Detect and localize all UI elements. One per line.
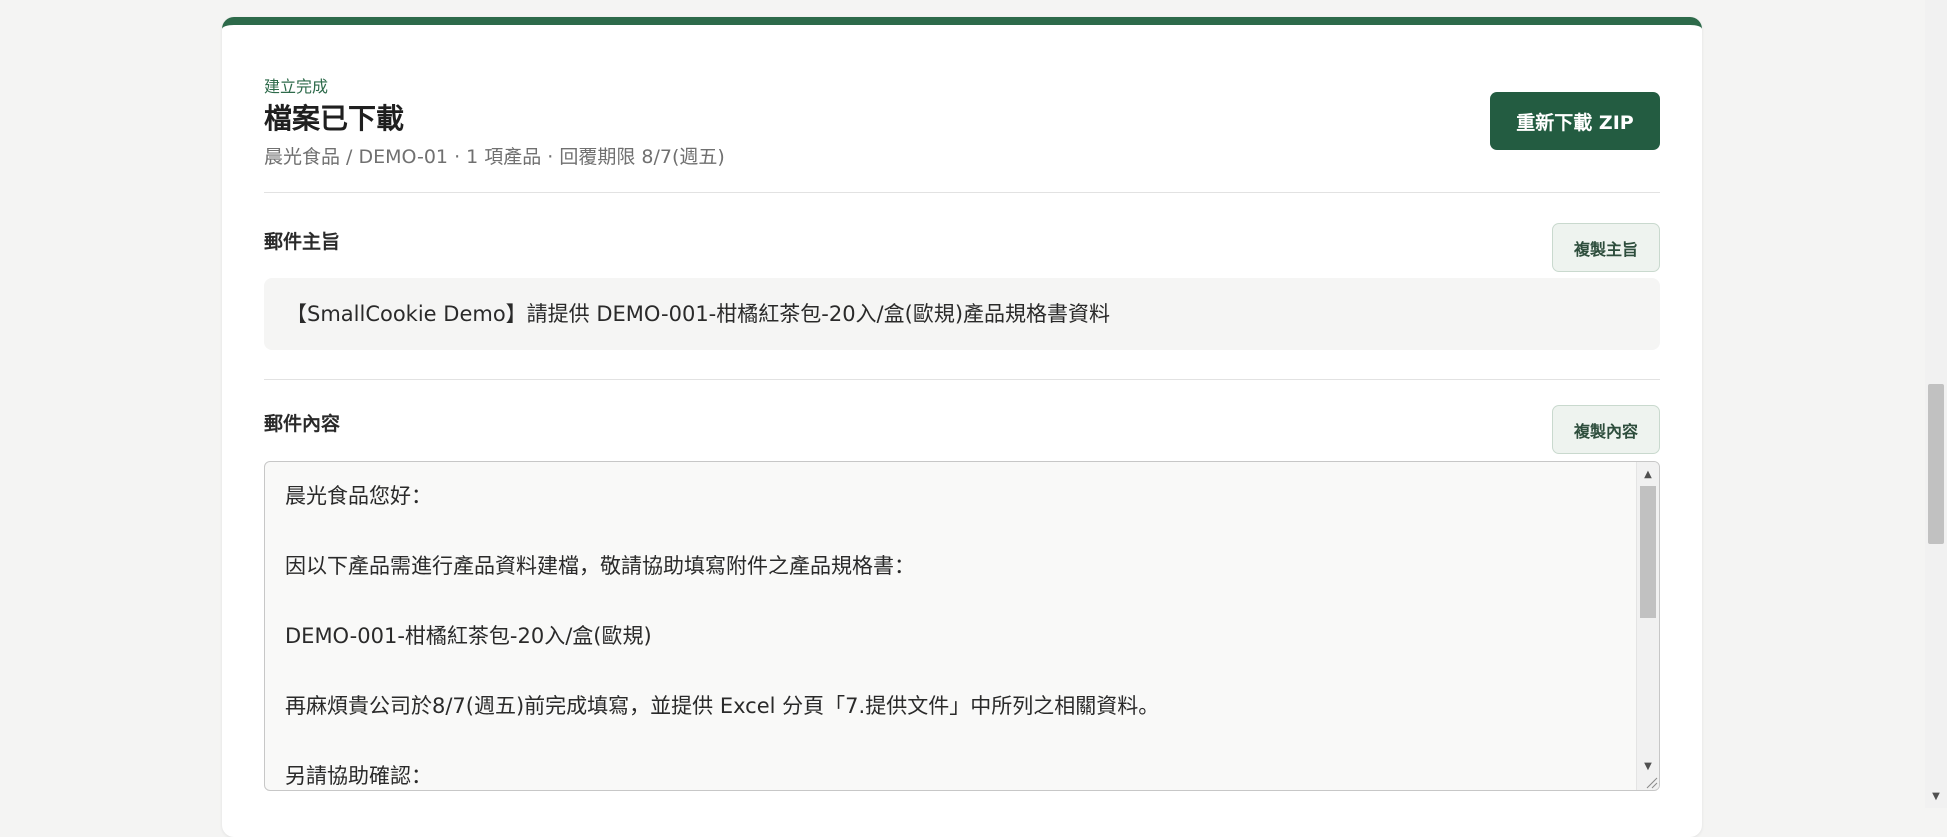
divider: [264, 192, 1660, 193]
divider: [264, 379, 1660, 380]
copy-body-button[interactable]: 複製內容: [1552, 405, 1660, 454]
scroll-down-arrow-icon[interactable]: ▼: [1637, 758, 1659, 776]
body-line: 因以下產品需進行產品資料建檔，敬請協助填寫附件之產品規格書：: [285, 554, 915, 578]
body-line: 再麻煩貴公司於8/7(週五)前完成填寫，並提供 Excel 分頁「7.提供文件」…: [285, 694, 1160, 718]
email-body-text: 晨光食品您好： 因以下產品需進行產品資料建檔，敬請協助填寫附件之產品規格書： D…: [285, 478, 1615, 790]
status-label: 建立完成: [264, 77, 329, 96]
body-label: 郵件內容: [264, 413, 341, 435]
page-scroll-thumb[interactable]: [1928, 384, 1944, 544]
resize-grip-icon[interactable]: [1644, 775, 1658, 789]
email-body-textarea[interactable]: 晨光食品您好： 因以下產品需進行產品資料建檔，敬請協助填寫附件之產品規格書： D…: [264, 461, 1660, 791]
subject-field[interactable]: 【SmallCookie Demo】請提供 DEMO-001-柑橘紅茶包-20入…: [264, 278, 1660, 350]
page-scroll-down-icon[interactable]: ▼: [1925, 791, 1947, 802]
textarea-scrollbar[interactable]: ▲ ▼: [1636, 462, 1659, 790]
redownload-zip-button[interactable]: 重新下載 ZIP: [1490, 92, 1660, 150]
page-scrollbar[interactable]: ▼: [1925, 0, 1947, 808]
copy-subject-button[interactable]: 複製主旨: [1552, 223, 1660, 272]
request-meta: 晨光食品 / DEMO-01 · 1 項產品 · 回覆期限 8/7(週五): [264, 146, 725, 168]
subject-label: 郵件主旨: [264, 231, 341, 253]
page-title: 檔案已下載: [264, 102, 405, 135]
scroll-thumb[interactable]: [1640, 486, 1656, 618]
body-line: 另請協助確認：: [285, 764, 432, 788]
result-card: 建立完成 檔案已下載 晨光食品 / DEMO-01 · 1 項產品 · 回覆期限…: [222, 17, 1702, 837]
body-line: 晨光食品您好：: [285, 484, 432, 508]
body-line: DEMO-001-柑橘紅茶包-20入/盒(歐規): [285, 624, 652, 648]
scroll-up-arrow-icon[interactable]: ▲: [1637, 466, 1659, 484]
